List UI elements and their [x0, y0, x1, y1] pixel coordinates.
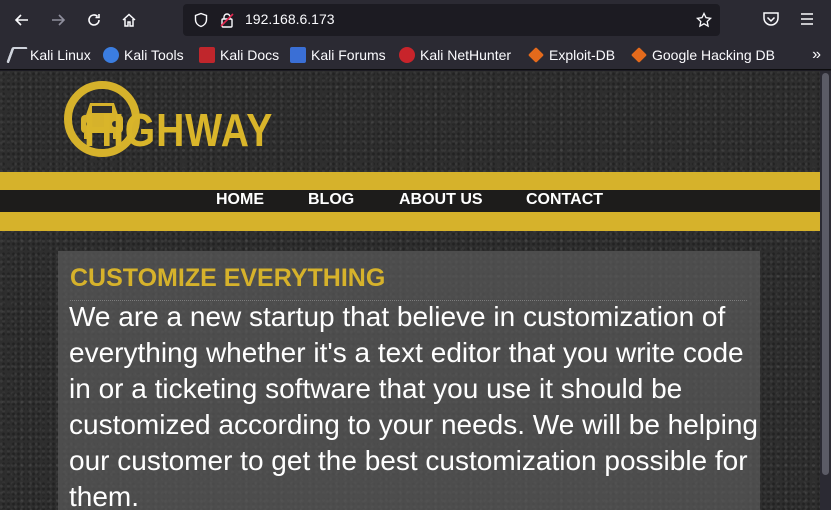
vertical-scrollbar[interactable] [820, 71, 831, 510]
bookmark-star-icon[interactable] [696, 12, 712, 28]
home-button[interactable] [116, 8, 142, 32]
nav-about-us[interactable]: ABOUT US [399, 191, 483, 211]
page-viewport: HIGHWAY HOME BLOG ABOUT US CONTACT CUSTO… [0, 71, 820, 510]
intro-paragraph: We are a new startup that believe in cus… [69, 301, 758, 510]
kali-docs-icon [199, 47, 215, 63]
ghdb-icon [631, 47, 647, 63]
bookmark-label: Exploit-DB [549, 47, 616, 63]
bookmark-kali-linux[interactable]: Kali Linux [6, 45, 91, 65]
bookmark-label: Kali Tools [124, 47, 184, 63]
arrow-left-icon [14, 14, 28, 26]
bookmark-label: Kali Forums [311, 47, 386, 63]
road-stripe-top [0, 172, 820, 190]
kali-nethunter-icon [399, 47, 415, 63]
url-bar[interactable]: 192.168.6.173 [183, 4, 720, 36]
home-icon [122, 13, 136, 27]
bookmark-label: Google Hacking DB [652, 47, 775, 63]
bookmarks-overflow-button[interactable]: » [812, 46, 821, 64]
bookmark-kali-forums[interactable]: Kali Forums [290, 45, 386, 65]
pocket-icon[interactable] [762, 10, 780, 28]
reload-button[interactable] [81, 8, 107, 32]
nav-blog[interactable]: BLOG [308, 191, 354, 211]
kali-dragon-icon [6, 47, 28, 63]
reload-icon [88, 14, 100, 26]
browser-toolbar: 192.168.6.173 [0, 0, 831, 40]
bookmark-kali-nethunter[interactable]: Kali NetHunter [399, 45, 511, 65]
nav-contact[interactable]: CONTACT [526, 191, 603, 211]
bookmark-kali-docs[interactable]: Kali Docs [199, 45, 279, 65]
exploit-db-icon [528, 47, 544, 63]
arrow-right-icon [52, 14, 66, 26]
shield-icon[interactable] [193, 12, 209, 28]
bookmark-label: Kali Linux [30, 47, 91, 63]
back-button[interactable] [9, 8, 35, 32]
bookmark-google-hacking-db[interactable]: Google Hacking DB [631, 45, 775, 65]
road-stripe-bottom [0, 212, 820, 231]
insecure-lock-icon[interactable] [219, 12, 235, 28]
hamburger-menu-icon[interactable] [798, 10, 816, 28]
bookmark-kali-tools[interactable]: Kali Tools [103, 45, 184, 65]
logo-text[interactable]: HIGHWAY [84, 103, 273, 157]
section-heading: CUSTOMIZE EVERYTHING [70, 264, 386, 292]
scrollbar-thumb[interactable] [822, 73, 829, 475]
kali-tools-icon [103, 47, 119, 63]
bookmark-label: Kali NetHunter [420, 47, 512, 63]
content-box: CUSTOMIZE EVERYTHING We are a new startu… [58, 251, 760, 510]
bookmarks-toolbar: Kali Linux Kali Tools Kali Docs Kali For… [0, 40, 831, 70]
kali-forums-icon [290, 47, 306, 63]
bookmark-exploit-db[interactable]: Exploit-DB [528, 45, 615, 65]
forward-button[interactable] [45, 8, 71, 32]
nav-home[interactable]: HOME [216, 191, 264, 211]
url-text[interactable]: 192.168.6.173 [245, 11, 335, 27]
bookmark-label: Kali Docs [220, 47, 280, 63]
